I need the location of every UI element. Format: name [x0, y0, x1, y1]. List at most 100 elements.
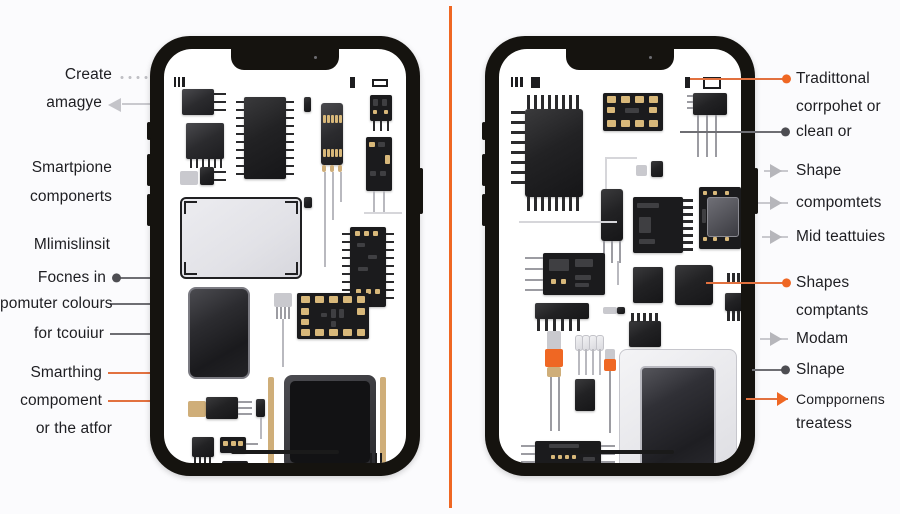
label-components: compomtets: [796, 194, 882, 211]
leg-f1-2: [238, 407, 252, 409]
component-chip-r15: [575, 379, 595, 411]
header-r5: [683, 199, 693, 251]
component-display-module: [188, 287, 250, 379]
leg-f1-3: [238, 413, 252, 415]
component-led-orange: [545, 349, 563, 367]
dip-legs-right: [286, 99, 294, 177]
component-board-r5: [633, 197, 683, 253]
volume-up-button-right-phone[interactable]: [482, 154, 486, 186]
label-modern: Modam: [796, 330, 849, 347]
component-smd-r9b: [617, 307, 625, 314]
leg-a1-3: [214, 109, 226, 111]
label-smartphone-components-line1: Smartpione: [31, 159, 112, 176]
volume-down-button-left-phone[interactable]: [147, 194, 151, 226]
smartphone-left[interactable]: [147, 36, 423, 476]
component-smd-r3a: [636, 165, 647, 176]
legs-r12b: [727, 311, 741, 321]
component-camera-lens: [707, 197, 739, 237]
label-traditional-line1: Tradittonal: [796, 70, 870, 87]
connector-create-image-tail: [122, 103, 152, 105]
pin-b1-3: [338, 165, 342, 172]
arrow-right-icon-mid-features: [770, 230, 782, 244]
qfp-legs-left: [511, 111, 525, 195]
wire-b1-2: [332, 172, 334, 220]
mute-button-left-phone[interactable]: [147, 122, 151, 140]
leg-a3-1: [214, 171, 226, 173]
connector-traditional-component: [690, 78, 786, 80]
component-gold-pad-board: [297, 293, 369, 339]
corner-mark-bottom-right: [370, 453, 384, 463]
component-chip-r13: [629, 321, 661, 347]
component-chip-r4: [601, 189, 623, 241]
volume-down-button-right-phone[interactable]: [482, 194, 486, 226]
power-button-left-phone[interactable]: [419, 168, 423, 214]
home-indicator-right: [566, 450, 674, 454]
power-button-right-phone[interactable]: [754, 168, 758, 214]
label-computer-colours: pomuter colours: [0, 295, 113, 312]
trace-r3-h: [605, 157, 637, 159]
label-smarthing: Smarthing: [30, 364, 102, 381]
dot-marker-traditional: [782, 74, 791, 84]
smartphone-right[interactable]: [482, 36, 758, 476]
pads-b1-top: [323, 115, 342, 123]
leg-c1-3: [387, 121, 389, 131]
corner-mark-r-top-left: [511, 77, 523, 87]
component-mini-board-c2: [366, 137, 392, 191]
leg-c1-2: [380, 121, 382, 131]
panel-divider: [449, 6, 452, 508]
component-gold-board-r1: [603, 93, 663, 131]
leg-led-2: [558, 377, 560, 431]
wire-r14-2: [585, 349, 587, 375]
component-transistor-a3: [200, 167, 214, 185]
front-camera-icon-right: [649, 56, 652, 59]
dip-legs-d2-right: [386, 231, 394, 303]
label-components-features-line1: Compporneпs: [796, 391, 885, 407]
left-phone-screen: [164, 49, 406, 463]
leg-led-1: [550, 377, 552, 431]
wire-r14-4: [599, 349, 601, 375]
wire-b1-3: [340, 172, 342, 202]
dip-legs-left: [236, 99, 244, 177]
arrow-right-icon-components: [770, 196, 782, 210]
component-package-g1: [192, 437, 214, 457]
pads-b1-bottom: [323, 149, 342, 157]
corner-mark-top-right: [372, 79, 388, 87]
component-monitor: [619, 349, 737, 463]
legs-r2-bottom: [697, 115, 721, 157]
component-qfp-main: [525, 109, 583, 197]
arrow-left-icon-create-image: [108, 98, 121, 112]
label-components-features-line2: treatess: [796, 415, 852, 432]
component-transistor-r2: [693, 93, 727, 115]
wire-e1: [282, 319, 284, 367]
component-dip-chip-main: [244, 97, 286, 179]
wire-c2-2: [383, 191, 385, 213]
label-shape: Shape: [796, 162, 842, 179]
wire-b1-1: [324, 172, 326, 234]
connector-shapes-components: [706, 282, 786, 284]
wire-b1-4: [324, 233, 326, 267]
corner-mark-top-left: [174, 77, 185, 87]
mute-button-right-phone[interactable]: [482, 122, 486, 140]
label-for-colour: for tcouiur: [33, 325, 104, 342]
illustration-canvas: Create amagye Smartpione componerts Mlim…: [0, 0, 900, 514]
leg-g2: [246, 443, 258, 445]
front-camera-icon-left: [314, 56, 317, 59]
leg-a3-2: [214, 179, 226, 181]
wire-r6: [617, 261, 619, 285]
dot-marker-clean-or: [781, 127, 790, 137]
component-mini-board-g3: [222, 461, 248, 463]
component-led-cap: [547, 331, 561, 351]
component-gold-strip-right: [380, 377, 386, 463]
legs-r7-left: [525, 257, 543, 291]
connector-clean-or: [680, 131, 786, 133]
label-smartphone-components-line2: componerts: [30, 188, 112, 205]
component-connector-e1: [274, 293, 292, 307]
corner-mark-r-top-mid: [531, 77, 540, 88]
leg-a1-1: [214, 93, 226, 95]
volume-up-button-left-phone[interactable]: [147, 154, 151, 186]
component-battery-slab: [180, 197, 302, 279]
trace-c2: [364, 212, 402, 214]
label-create-image-line1: Create: [64, 66, 112, 83]
trace-r6: [519, 221, 617, 223]
component-smd-r9a: [603, 307, 617, 314]
